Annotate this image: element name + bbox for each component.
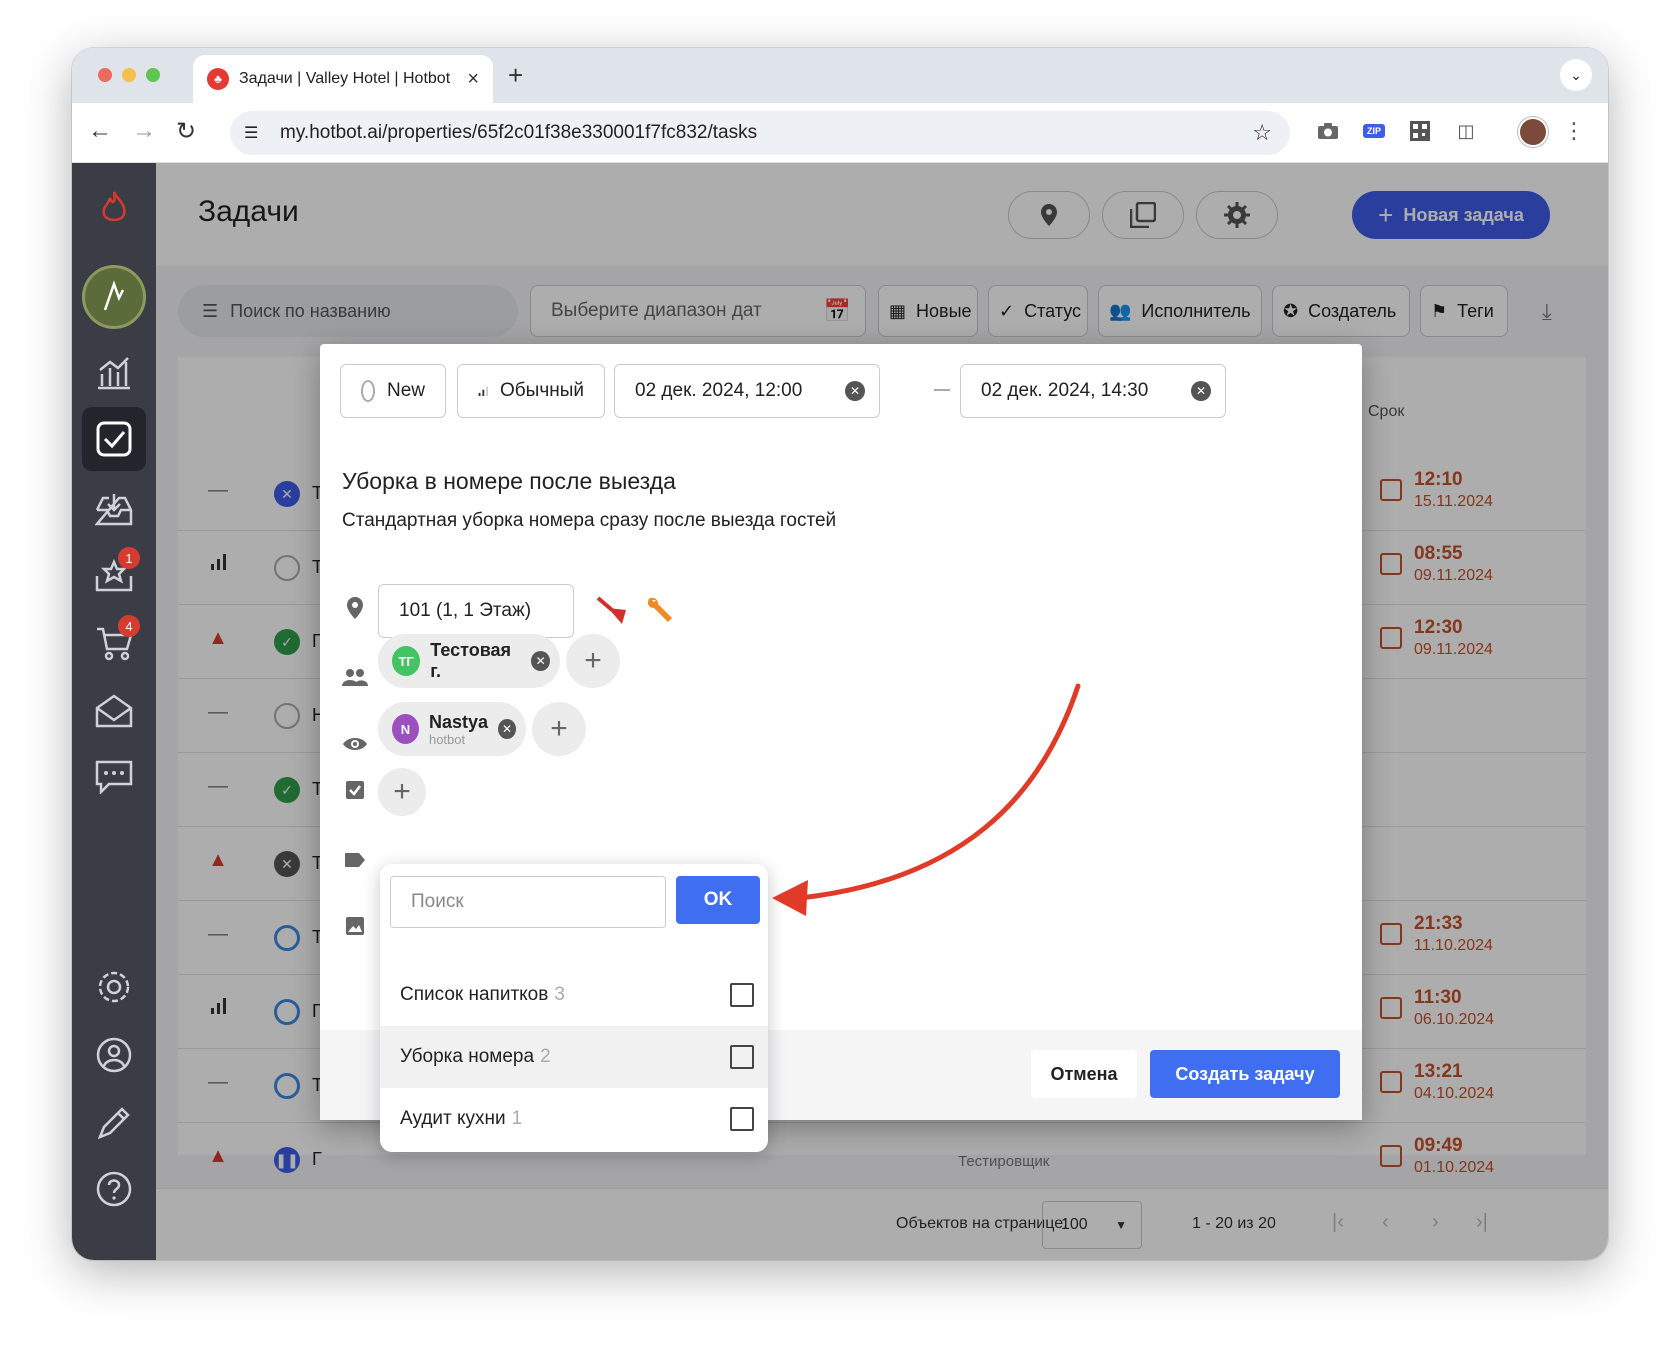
qr-extension-icon[interactable] xyxy=(1406,117,1434,145)
browser-menu-icon[interactable]: ⋮ xyxy=(1560,117,1588,145)
hotbot-logo-icon[interactable] xyxy=(94,187,134,227)
cancel-button[interactable]: Отмена xyxy=(1031,1050,1137,1098)
cleaning-brush-icon[interactable] xyxy=(596,596,630,631)
add-watcher-button[interactable]: + xyxy=(532,702,586,756)
tag-ok-button[interactable]: OK xyxy=(676,876,760,924)
chat-bubble-icon[interactable] xyxy=(94,757,134,797)
back-icon[interactable]: ← xyxy=(88,117,112,145)
priority-chip[interactable]: Обычный xyxy=(457,364,605,418)
zip-extension-icon[interactable]: ZIP xyxy=(1360,117,1388,145)
add-assignee-button[interactable]: + xyxy=(566,634,620,688)
hotbot-favicon-icon: ♣ xyxy=(207,68,229,90)
location-pin-icon xyxy=(342,596,368,626)
maximize-window-button[interactable] xyxy=(146,68,160,82)
watchers-eye-icon xyxy=(342,732,368,758)
clear-start-icon[interactable]: ✕ xyxy=(845,381,865,401)
account-user-icon[interactable] xyxy=(94,1035,134,1075)
tag-option-label: Уборка номера xyxy=(400,1046,535,1067)
extensions-puzzle-icon[interactable]: ◫ xyxy=(1452,117,1480,145)
end-datetime-value: 02 дек. 2024, 14:30 xyxy=(981,380,1149,401)
tag-option-label: Аудит кухни xyxy=(400,1108,506,1129)
status-label: New xyxy=(386,380,425,401)
property-avatar[interactable] xyxy=(82,265,146,329)
status-circle-icon xyxy=(361,380,375,402)
tag-search-input[interactable]: Поиск xyxy=(390,876,666,928)
active-tab[interactable]: ♣ Задачи | Valley Hotel | Hotbot × xyxy=(193,55,493,103)
tag-option[interactable]: Список напитков 3 xyxy=(380,964,768,1026)
shop-badge: 4 xyxy=(118,615,140,637)
close-window-button[interactable] xyxy=(98,68,112,82)
end-datetime-field[interactable]: 02 дек. 2024, 14:30 ✕ xyxy=(960,364,1226,418)
tag-option[interactable]: Аудит кухни 1 xyxy=(380,1088,768,1150)
priority-label: Обычный xyxy=(500,380,584,401)
tag-option-count: 3 xyxy=(554,984,565,1005)
add-checklist-button[interactable]: + xyxy=(378,768,426,816)
location-value: 101 (1, 1 Этаж) xyxy=(399,600,532,621)
tag-option-checkbox[interactable] xyxy=(730,983,754,1007)
start-datetime-field[interactable]: 02 дек. 2024, 12:00 ✕ xyxy=(614,364,880,418)
inbox-download-icon[interactable] xyxy=(94,489,134,529)
site-settings-icon[interactable]: ☰ xyxy=(244,123,266,143)
watcher-text: Nastya hotbot xyxy=(429,713,488,746)
help-question-icon[interactable] xyxy=(94,1169,134,1209)
watcher-name: Nastya xyxy=(428,711,489,732)
assignee-name: Тестовая г. xyxy=(430,640,512,681)
tag-dropdown: Поиск OK Список напитков 3 Уборка номера… xyxy=(380,864,768,1152)
new-tab-icon[interactable]: + xyxy=(508,60,523,91)
tag-option-count: 2 xyxy=(540,1046,551,1067)
clear-end-icon[interactable]: ✕ xyxy=(1191,381,1211,401)
watcher-org: hotbot xyxy=(428,731,466,747)
address-bar[interactable]: ☰ my.hotbot.ai/properties/65f2c01f38e330… xyxy=(230,111,1290,155)
priority-bars-icon xyxy=(478,386,489,397)
tasks-nav-icon[interactable] xyxy=(82,407,146,471)
tab-search-chevron-icon[interactable]: ⌄ xyxy=(1560,59,1592,91)
watcher-avatar: N xyxy=(392,714,419,744)
watcher-chip[interactable]: N Nastya hotbot ✕ xyxy=(378,702,526,756)
tab-bar: ♣ Задачи | Valley Hotel | Hotbot × + ⌄ xyxy=(72,48,1608,103)
remove-assignee-icon[interactable]: ✕ xyxy=(531,651,551,671)
app-sidebar: 1 4 xyxy=(72,163,156,1260)
bookmark-star-icon[interactable]: ☆ xyxy=(1252,120,1272,146)
tag-option-label: Список напитков xyxy=(400,984,549,1005)
camera-extension-icon[interactable] xyxy=(1314,117,1342,145)
repair-wrench-icon[interactable] xyxy=(644,594,676,631)
remove-watcher-icon[interactable]: ✕ xyxy=(498,719,516,739)
browser-toolbar: ← → ↻ ☰ my.hotbot.ai/properties/65f2c01f… xyxy=(72,103,1608,163)
zip-extension-label: ZIP xyxy=(1362,124,1385,138)
assignees-group-icon xyxy=(342,666,368,692)
start-datetime-value: 02 дек. 2024, 12:00 xyxy=(635,380,803,401)
tag-option-checkbox[interactable] xyxy=(730,1045,754,1069)
reviews-badge: 1 xyxy=(118,547,140,569)
forward-icon[interactable]: → xyxy=(132,117,156,145)
assignee-chip[interactable]: ТГ Тестовая г. ✕ xyxy=(378,634,560,688)
location-field[interactable]: 101 (1, 1 Этаж) xyxy=(378,584,574,638)
create-task-button[interactable]: Создать задачу xyxy=(1150,1050,1340,1098)
tags-label-icon xyxy=(342,848,368,874)
tag-option-checkbox[interactable] xyxy=(730,1107,754,1131)
settings-gear-icon[interactable] xyxy=(94,967,134,1007)
tag-option[interactable]: Уборка номера 2 xyxy=(380,1026,768,1088)
checklist-icon xyxy=(342,780,368,806)
task-description[interactable]: Стандартная уборка номера сразу после вы… xyxy=(342,510,836,532)
range-dash xyxy=(934,389,950,391)
status-chip[interactable]: New xyxy=(340,364,446,418)
tab-title: Задачи | Valley Hotel | Hotbot xyxy=(239,70,451,87)
tag-option-count: 1 xyxy=(511,1108,523,1129)
url-text: my.hotbot.ai/properties/65f2c01f38e33000… xyxy=(280,122,758,143)
close-tab-icon[interactable]: × xyxy=(467,68,479,91)
profile-avatar[interactable] xyxy=(1518,117,1548,147)
tag-search-placeholder: Поиск xyxy=(411,891,464,912)
reload-icon[interactable]: ↻ xyxy=(176,117,196,146)
mail-envelope-icon[interactable] xyxy=(94,691,134,731)
image-attachment-icon xyxy=(342,916,368,942)
edit-pencil-icon[interactable] xyxy=(94,1103,134,1143)
assignee-avatar: ТГ xyxy=(392,646,421,676)
analytics-icon[interactable] xyxy=(94,353,134,393)
task-title[interactable]: Уборка в номере после выезда xyxy=(342,468,676,495)
minimize-window-button[interactable] xyxy=(122,68,136,82)
